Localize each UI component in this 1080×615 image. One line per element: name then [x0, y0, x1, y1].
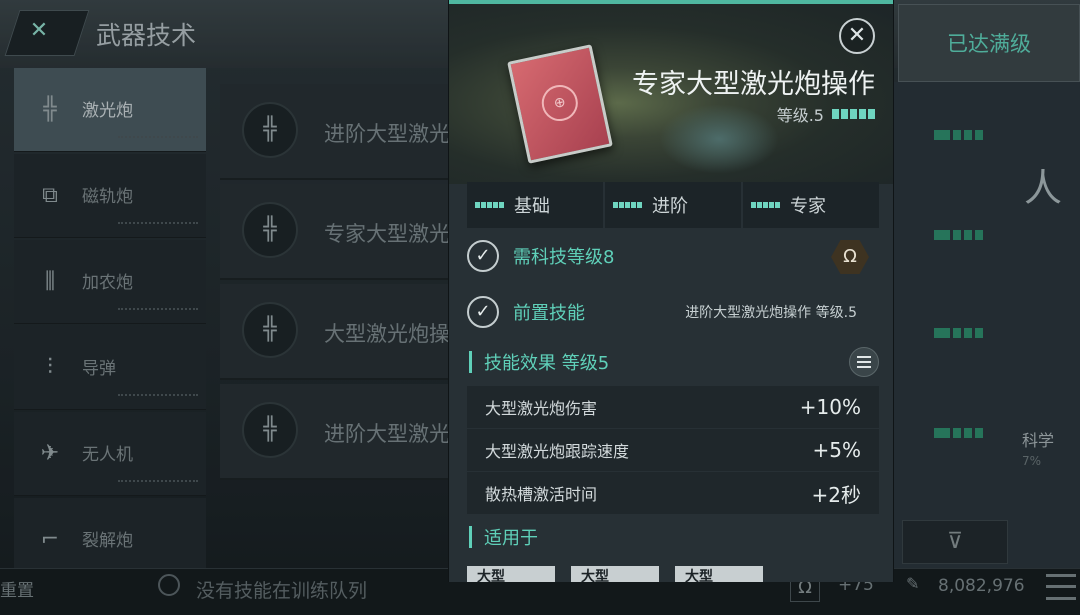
skill-title: 专家大型激光炮操作 — [632, 69, 875, 100]
effects-title: 技能效果 等级5 — [484, 353, 610, 374]
tier-bars — [751, 202, 780, 208]
list-menu-icon[interactable] — [849, 347, 879, 377]
omega-hex-icon[interactable]: Ω — [831, 240, 869, 274]
close-button[interactable]: ✕ — [839, 18, 875, 54]
tier-bars — [475, 202, 504, 208]
applies-list: 大型 大型 大型 — [467, 566, 879, 582]
tier-bars — [613, 202, 642, 208]
tab-label: 进阶 — [652, 196, 688, 217]
effects-section-header: 技能效果 等级5 — [469, 347, 879, 377]
tab-expert[interactable]: 专家 — [743, 182, 879, 228]
close-icon: ✕ — [847, 23, 867, 48]
effect-value: +5% — [812, 438, 862, 462]
skill-detail-modal: ⊕ ✕ 专家大型激光炮操作 等级.5 基础 进阶 专家 ✓ 需科技等级8 Ω ✓… — [448, 0, 894, 582]
effect-name: 散热槽激活时间 — [485, 485, 598, 504]
skillbook-emblem-icon: ⊕ — [538, 81, 582, 125]
skill-level: 等级.5 — [777, 102, 875, 126]
section-marker — [469, 526, 472, 548]
effect-value: +2秒 — [811, 482, 861, 507]
applies-title: 适用于 — [484, 528, 538, 549]
requirement-label: 需科技等级8 — [513, 247, 615, 268]
section-marker — [469, 351, 472, 373]
tab-label: 基础 — [514, 196, 550, 217]
effect-name: 大型激光炮跟踪速度 — [485, 442, 630, 461]
requirement-prerequisite: ✓ 前置技能 进阶大型激光炮操作 等级.5 — [467, 290, 879, 334]
check-icon: ✓ — [467, 240, 499, 272]
effect-row: 大型激光炮跟踪速度 +5% — [467, 429, 879, 471]
prerequisite-skill[interactable]: 进阶大型激光炮操作 等级.5 — [685, 302, 879, 322]
applies-item[interactable]: 大型 — [675, 566, 763, 582]
applies-section-header: 适用于 — [469, 522, 879, 552]
skill-level-text: 等级.5 — [776, 106, 824, 125]
requirement-tech-level: ✓ 需科技等级8 Ω — [467, 234, 879, 278]
effect-row: 大型激光炮伤害 +10% — [467, 386, 879, 428]
effect-row: 散热槽激活时间 +2秒 — [467, 472, 879, 514]
applies-item[interactable]: 大型 — [571, 566, 659, 582]
check-icon: ✓ — [467, 296, 499, 328]
effect-name: 大型激光炮伤害 — [485, 399, 598, 418]
tab-advanced[interactable]: 进阶 — [605, 182, 743, 228]
requirement-label: 前置技能 — [513, 303, 585, 324]
tab-basic[interactable]: 基础 — [467, 182, 605, 228]
effect-value: +10% — [799, 395, 861, 419]
tab-label: 专家 — [790, 196, 826, 217]
skillbook-icon: ⊕ — [507, 44, 613, 164]
effects-list: 大型激光炮伤害 +10% 大型激光炮跟踪速度 +5% 散热槽激活时间 +2秒 — [467, 386, 879, 515]
applies-item[interactable]: 大型 — [467, 566, 555, 582]
tier-tabs: 基础 进阶 专家 — [467, 182, 879, 228]
level-bars — [832, 109, 875, 119]
